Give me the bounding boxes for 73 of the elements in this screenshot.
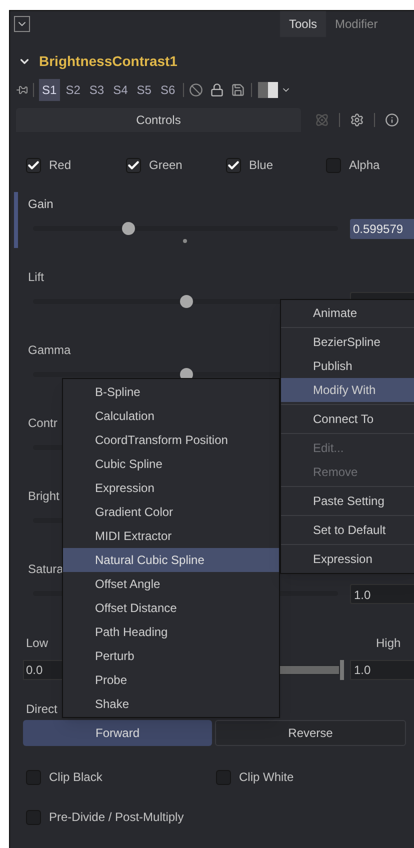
slider-label: Gain: [28, 196, 54, 213]
direction-button[interactable]: Forward: [23, 720, 212, 746]
tool-name: BrightnessContrast1: [39, 52, 178, 71]
menu-item[interactable]: BezierSpline: [281, 330, 414, 354]
settings-icon[interactable]: [350, 113, 364, 127]
slider-label: Contr: [28, 415, 58, 432]
menu-item[interactable]: Publish: [281, 354, 414, 378]
range-handle[interactable]: [340, 660, 344, 680]
checkbox[interactable]: [226, 158, 241, 172]
menu-item[interactable]: Gradient Color: [63, 500, 279, 524]
menu-item[interactable]: MIDI Extractor: [63, 524, 279, 548]
slider-label: Bright: [28, 488, 60, 505]
slider-label: Lift: [28, 269, 44, 286]
active-indicator: [14, 192, 18, 248]
menu-item[interactable]: Cubic Spline: [63, 452, 279, 476]
checkbox-label: Green: [149, 157, 182, 174]
menu-item[interactable]: Modify With: [281, 378, 414, 402]
checkbox-label: Alpha: [349, 157, 380, 174]
menu-item[interactable]: Expression: [281, 547, 414, 571]
checkbox[interactable]: [326, 158, 341, 172]
checkbox-label: Blue: [249, 157, 274, 174]
menu-item[interactable]: Natural Cubic Spline: [63, 548, 279, 572]
checkmark-icon: [127, 158, 140, 172]
checkbox-label: Clip Black: [49, 769, 102, 786]
menu-item[interactable]: Expression: [63, 476, 279, 500]
menu-item[interactable]: Connect To: [281, 407, 414, 431]
lock-icon[interactable]: [210, 83, 224, 97]
checkmark-icon: [27, 158, 40, 172]
checkbox-label: Red: [49, 157, 72, 174]
menu-item[interactable]: Offset Distance: [63, 596, 279, 620]
slider-thumb[interactable]: [122, 222, 135, 235]
menu-item[interactable]: Set to Default: [281, 518, 414, 542]
checkbox[interactable]: [26, 770, 41, 784]
color-swatch[interactable]: [258, 82, 278, 98]
high-value-field[interactable]: 1.0: [350, 660, 414, 680]
checkbox[interactable]: [126, 158, 141, 172]
disable-icon[interactable]: [189, 83, 204, 97]
version-button[interactable]: S4: [110, 79, 131, 101]
checkbox[interactable]: [26, 158, 41, 172]
slider-label: Satura: [28, 561, 64, 578]
menu-item[interactable]: Path Heading: [63, 620, 279, 644]
pin-icon[interactable]: [16, 84, 28, 96]
menu-item[interactable]: Shake: [63, 692, 279, 716]
version-button[interactable]: S2: [62, 79, 84, 101]
menu-item[interactable]: B-Spline: [63, 380, 279, 404]
version-button[interactable]: S5: [134, 79, 154, 101]
checkbox-label: Pre-Divide / Post-Multiply: [49, 809, 184, 826]
version-button[interactable]: S3: [86, 79, 108, 101]
menu-item[interactable]: Offset Angle: [63, 572, 279, 596]
menu-item[interactable]: Paste Setting: [281, 489, 414, 513]
tab[interactable]: Tools: [280, 11, 326, 37]
menu-item[interactable]: Calculation: [63, 404, 279, 428]
checkbox[interactable]: [216, 770, 231, 784]
value-field[interactable]: 0.599579: [350, 219, 414, 239]
direction-button[interactable]: Reverse: [215, 720, 406, 746]
checkbox-label: Clip White: [239, 769, 294, 786]
direction-label: Direct: [26, 701, 58, 716]
checkmark-icon: [227, 158, 240, 172]
controls-tab[interactable]: Controls: [16, 108, 301, 132]
version-button[interactable]: S6: [157, 79, 178, 101]
save-icon[interactable]: [231, 83, 246, 97]
slider-thumb[interactable]: [180, 295, 192, 308]
high-label: High: [376, 635, 401, 652]
menu-item[interactable]: Animate: [281, 301, 414, 325]
info-icon[interactable]: [385, 113, 399, 127]
checkbox[interactable]: [26, 810, 41, 824]
value-field[interactable]: 1.0: [350, 584, 414, 604]
slider-label: Gamma: [28, 342, 71, 359]
default-marker: [183, 239, 187, 243]
menu-item[interactable]: CoordTransform Position: [63, 428, 279, 452]
collapse-icon[interactable]: [14, 16, 30, 32]
version-button[interactable]: S1: [39, 79, 60, 101]
low-label: Low: [26, 635, 48, 652]
